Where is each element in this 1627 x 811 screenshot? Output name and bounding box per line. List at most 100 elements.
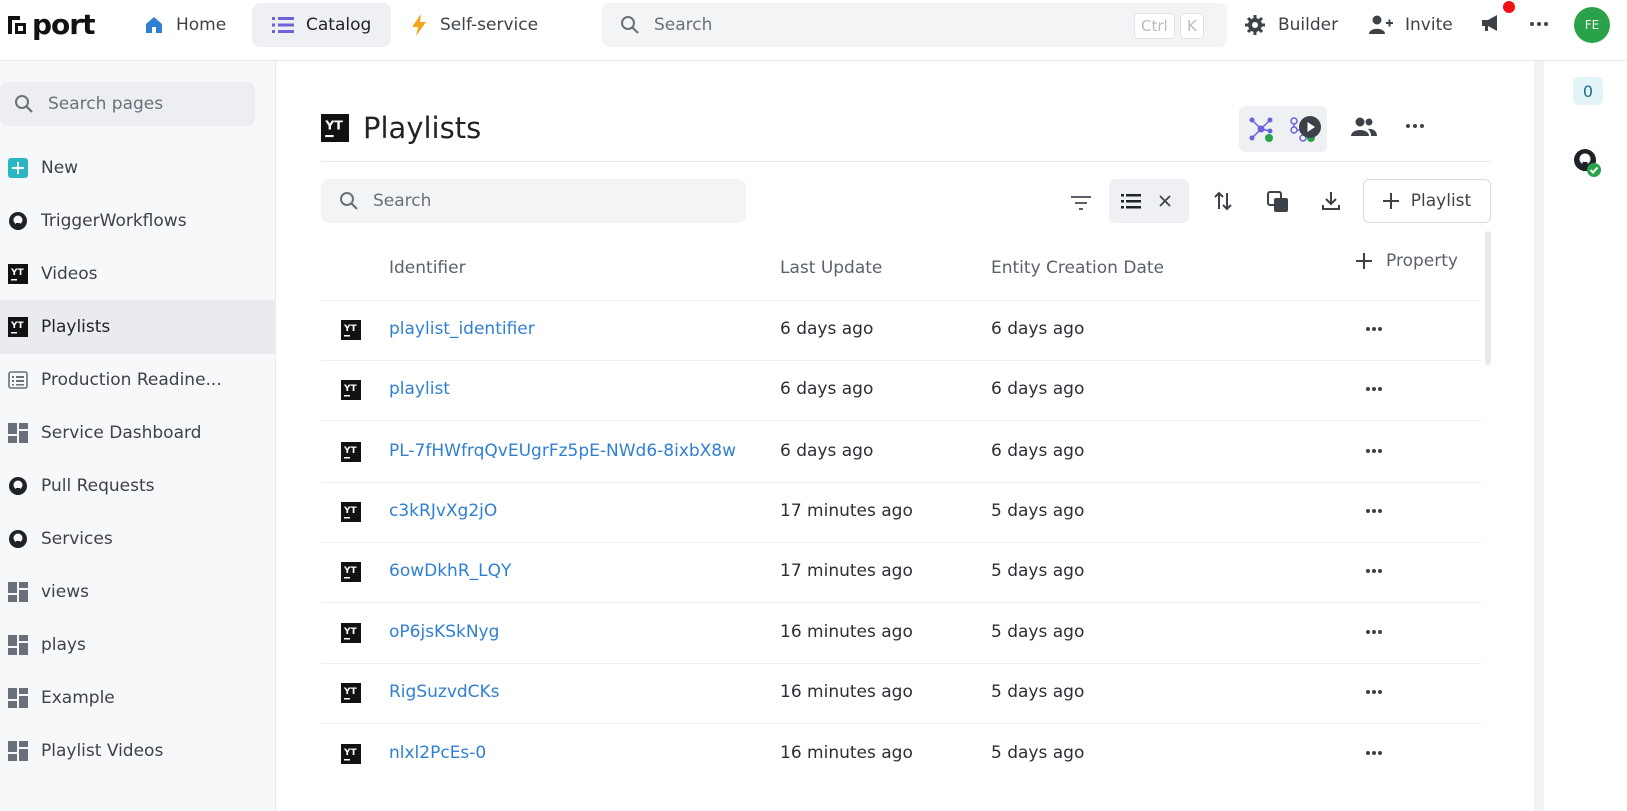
- table-row[interactable]: YT RigSuzvdCKs 16 minutes ago 5 days ago: [321, 664, 1481, 724]
- row-identifier-link[interactable]: playlist_identifier: [389, 319, 535, 339]
- notification-dot: [1503, 1, 1515, 13]
- sidebar-item-label: Pull Requests: [41, 476, 155, 496]
- row-identifier-link[interactable]: RigSuzvdCKs: [389, 682, 500, 702]
- dashboard-icon: [8, 741, 28, 761]
- megaphone-icon[interactable]: [1480, 12, 1502, 34]
- sidebar-item-label: Production Readine...: [41, 370, 222, 390]
- home-icon: [146, 17, 162, 33]
- sidebar-item-services[interactable]: Services: [0, 512, 276, 566]
- plus-square-icon: [8, 158, 28, 178]
- column-header-identifier[interactable]: Identifier: [389, 258, 466, 278]
- row-identifier-link[interactable]: nlxl2PcEs-0: [389, 743, 486, 763]
- sidebar-item-service-dashboard[interactable]: Service Dashboard: [0, 406, 276, 460]
- port-logo[interactable]: port: [6, 8, 95, 41]
- sidebar-item-new[interactable]: New: [0, 141, 276, 195]
- sidebar-item-playlists[interactable]: YT Playlists: [0, 300, 276, 354]
- nav-self-service[interactable]: Self-service: [390, 3, 558, 47]
- row-more-icon[interactable]: [1365, 326, 1383, 332]
- global-search-input[interactable]: Search Ctrl K: [602, 3, 1227, 47]
- row-created-date: 6 days ago: [991, 379, 1085, 399]
- more-horizontal-icon[interactable]: [1529, 14, 1549, 34]
- table-row[interactable]: YT 6owDkhR_LQY 17 minutes ago 5 days ago: [321, 543, 1481, 603]
- user-avatar[interactable]: FE: [1574, 7, 1610, 43]
- copy-icon[interactable]: [1267, 191, 1289, 213]
- page-title: Playlists: [363, 111, 482, 145]
- table-scrollbar[interactable]: [1485, 231, 1491, 365]
- svg-text:YT: YT: [343, 506, 358, 516]
- play-icon[interactable]: [1298, 115, 1322, 139]
- users-icon[interactable]: [1351, 115, 1377, 139]
- row-more-icon[interactable]: [1365, 386, 1383, 392]
- add-playlist-label: Playlist: [1410, 191, 1472, 211]
- table-row[interactable]: YT playlist 6 days ago 6 days ago: [321, 361, 1481, 421]
- row-created-date: 5 days ago: [991, 622, 1085, 642]
- sidebar-item-label: Services: [41, 529, 113, 549]
- filter-icon[interactable]: [1071, 195, 1091, 211]
- row-last-update: 6 days ago: [780, 319, 874, 339]
- top-bar: port Home Catalog Self-service Search Ct…: [0, 0, 1627, 61]
- youtube-icon: YT: [341, 623, 361, 643]
- close-icon[interactable]: [1159, 195, 1171, 207]
- plus-icon: [1382, 193, 1399, 209]
- invite-button[interactable]: Invite: [1369, 3, 1453, 47]
- row-identifier-link[interactable]: oP6jsKSkNyg: [389, 622, 499, 642]
- builder-button[interactable]: Builder: [1244, 3, 1338, 47]
- sidebar-item-label: views: [41, 582, 90, 602]
- download-icon[interactable]: [1321, 191, 1341, 211]
- dashboard-icon: [8, 688, 28, 708]
- list-icon: [1121, 194, 1141, 209]
- youtube-icon: YT: [321, 114, 349, 142]
- dashboard-icon: [8, 635, 28, 655]
- table-row[interactable]: YT PL-7fHWfrqQvEUgrFz5pE-NWd6-8ixbX8w 6 …: [321, 423, 1481, 483]
- row-identifier-link[interactable]: playlist: [389, 379, 450, 399]
- nav-home-label: Home: [176, 15, 227, 35]
- row-created-date: 5 days ago: [991, 682, 1085, 702]
- sidebar-item-plays[interactable]: plays: [0, 618, 276, 672]
- sidebar-item-videos[interactable]: YT Videos: [0, 247, 276, 301]
- github-icon: [8, 211, 28, 231]
- shortcut-k-key: K: [1180, 13, 1204, 39]
- add-playlist-button[interactable]: Playlist: [1363, 179, 1491, 223]
- row-more-icon[interactable]: [1365, 689, 1383, 695]
- column-header-last-update[interactable]: Last Update: [780, 258, 882, 278]
- sidebar-item-pull-requests[interactable]: Pull Requests: [0, 459, 276, 513]
- column-header-entity-creation-date[interactable]: Entity Creation Date: [991, 258, 1164, 278]
- row-more-icon[interactable]: [1365, 568, 1383, 574]
- row-more-icon[interactable]: [1365, 750, 1383, 756]
- svg-text:YT: YT: [10, 268, 25, 278]
- sidebar-item-playlist-videos[interactable]: Playlist Videos: [0, 724, 276, 778]
- group-by-pill[interactable]: [1109, 179, 1189, 223]
- row-more-icon[interactable]: [1365, 448, 1383, 454]
- table-search-input[interactable]: Search: [321, 179, 746, 223]
- nav-home[interactable]: Home: [124, 3, 246, 47]
- sidebar-item-label: Playlist Videos: [41, 741, 164, 761]
- search-pages-input[interactable]: Search pages: [0, 82, 255, 126]
- builder-label: Builder: [1278, 15, 1339, 35]
- gear-icon: [1245, 15, 1265, 35]
- graph-icon[interactable]: [1249, 117, 1275, 143]
- table-row[interactable]: YT nlxl2PcEs-0 16 minutes ago 5 days ago: [321, 725, 1481, 785]
- row-last-update: 16 minutes ago: [780, 743, 913, 763]
- row-more-icon[interactable]: [1365, 629, 1383, 635]
- github-status-icon[interactable]: [1573, 148, 1603, 178]
- table-row[interactable]: YT c3kRJvXg2jO 17 minutes ago 5 days ago: [321, 483, 1481, 543]
- nav-catalog[interactable]: Catalog: [252, 3, 392, 47]
- sidebar-item-views[interactable]: views: [0, 565, 276, 619]
- sidebar-item-example[interactable]: Example: [0, 671, 276, 725]
- sidebar-item-label: New: [41, 158, 79, 178]
- more-horizontal-icon[interactable]: [1405, 122, 1425, 130]
- row-identifier-link[interactable]: c3kRJvXg2jO: [389, 501, 497, 521]
- table-row[interactable]: YT oP6jsKSkNyg 16 minutes ago 5 days ago: [321, 604, 1481, 664]
- sort-icon[interactable]: [1214, 191, 1232, 211]
- sidebar-item-triggerworkflows[interactable]: TriggerWorkflows: [0, 194, 276, 248]
- row-identifier-link[interactable]: 6owDkhR_LQY: [389, 561, 511, 581]
- add-property-button[interactable]: Property: [1356, 251, 1458, 271]
- row-identifier-link[interactable]: PL-7fHWfrqQvEUgrFz5pE-NWd6-8ixbX8w: [389, 441, 736, 461]
- table-row[interactable]: YT playlist_identifier 6 days ago 6 days…: [321, 301, 1481, 361]
- rail-count-badge[interactable]: 0: [1573, 77, 1603, 105]
- sidebar-item-production-readiness[interactable]: Production Readine...: [0, 353, 276, 407]
- youtube-icon: YT: [341, 744, 361, 764]
- row-more-icon[interactable]: [1365, 508, 1383, 514]
- row-created-date: 5 days ago: [991, 561, 1085, 581]
- sidebar-item-label: Example: [41, 688, 115, 708]
